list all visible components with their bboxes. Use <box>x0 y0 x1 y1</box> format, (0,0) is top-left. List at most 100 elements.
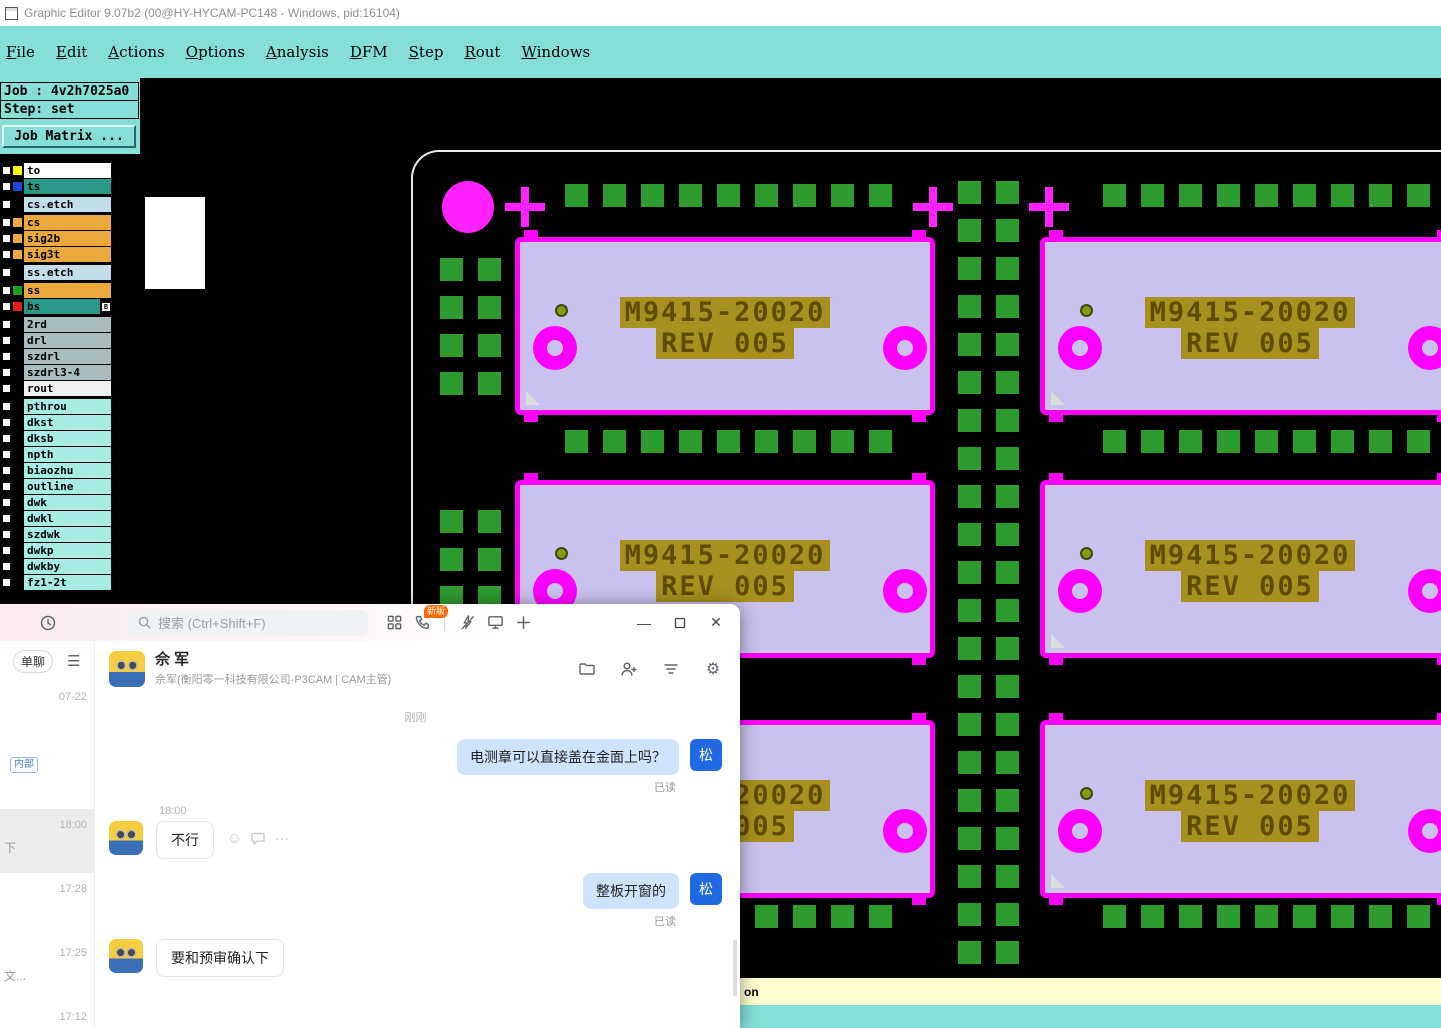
conversation-item[interactable]: 18:00 下 <box>0 809 94 873</box>
pcb-pad[interactable] <box>1255 905 1278 928</box>
pcb-pad[interactable] <box>996 447 1019 470</box>
pcb-pad[interactable] <box>958 333 981 356</box>
contact-avatar[interactable] <box>109 939 143 973</box>
history-icon[interactable] <box>34 609 62 637</box>
pcb-pad[interactable] <box>996 751 1019 774</box>
maximize-button[interactable] <box>662 609 698 637</box>
pcb-pad[interactable] <box>679 184 702 207</box>
pcb-pad[interactable] <box>565 430 588 453</box>
conversation-item[interactable]: 17:25 文... <box>0 937 94 1001</box>
layer-checkbox[interactable] <box>2 268 11 277</box>
pcb-pad[interactable] <box>958 713 981 736</box>
pcb-pad[interactable] <box>793 905 816 928</box>
pcb-pad[interactable] <box>1407 184 1430 207</box>
pcb-pad[interactable] <box>440 296 463 319</box>
pcb-pad[interactable] <box>958 751 981 774</box>
layer-row-szdrl3-4[interactable]: szdrl3-4 <box>1 365 111 380</box>
pcb-pad[interactable] <box>958 523 981 546</box>
emoji-react-icon[interactable]: ☺ <box>227 831 242 846</box>
pcb-pad[interactable] <box>958 371 981 394</box>
pcb-pad[interactable] <box>793 430 816 453</box>
pcb-pad[interactable] <box>958 447 981 470</box>
contact-avatar[interactable] <box>109 651 145 687</box>
layer-color-swatch[interactable] <box>13 218 22 227</box>
layer-color-swatch[interactable] <box>13 320 22 329</box>
layer-checkbox[interactable] <box>2 166 11 175</box>
registration-cross[interactable] <box>505 187 545 227</box>
pcb-pad[interactable] <box>1255 430 1278 453</box>
pcb-pad[interactable] <box>831 184 854 207</box>
pcb-pad[interactable] <box>478 258 501 281</box>
fiducial-circle[interactable] <box>442 181 494 233</box>
pcb-panel-4[interactable]: M9415-20020 REV 005 <box>1040 473 1441 665</box>
layer-color-swatch[interactable] <box>13 368 22 377</box>
pcb-pad[interactable] <box>1369 430 1392 453</box>
pcb-pad[interactable] <box>1141 184 1164 207</box>
layer-color-swatch[interactable] <box>13 498 22 507</box>
list-menu-icon[interactable]: ☰ <box>67 652 80 670</box>
pcb-pad[interactable] <box>996 523 1019 546</box>
layer-checkbox[interactable] <box>2 384 11 393</box>
pcb-pad[interactable] <box>755 184 778 207</box>
layer-color-swatch[interactable] <box>13 182 22 191</box>
layer-color-swatch[interactable] <box>13 250 22 259</box>
layer-row-fz1-2t[interactable]: fz1-2t <box>1 575 111 590</box>
contact-avatar[interactable] <box>109 821 143 855</box>
pcb-pad[interactable] <box>1407 430 1430 453</box>
layer-checkbox[interactable] <box>2 402 11 411</box>
pcb-pad[interactable] <box>958 827 981 850</box>
pcb-pad[interactable] <box>996 637 1019 660</box>
layer-checkbox[interactable] <box>2 218 11 227</box>
pcb-panel-6[interactable]: M9415-20020 REV 005 <box>1040 713 1441 905</box>
folder-icon[interactable] <box>576 658 598 680</box>
layer-checkbox[interactable] <box>2 320 11 329</box>
layer-color-swatch[interactable] <box>13 530 22 539</box>
pcb-pad[interactable] <box>1293 905 1316 928</box>
pcb-pad[interactable] <box>1293 184 1316 207</box>
more-actions-icon[interactable]: ··· <box>274 831 289 846</box>
pcb-panel-2[interactable]: M9415-20020 REV 005 <box>1040 230 1441 422</box>
message-bubble-out[interactable]: 电测章可以直接盖在金面上吗？ <box>457 739 679 775</box>
pcb-pad[interactable] <box>1217 184 1240 207</box>
layer-checkbox[interactable] <box>2 466 11 475</box>
pcb-pad[interactable] <box>958 865 981 888</box>
layer-color-swatch[interactable] <box>13 562 22 571</box>
layer-color-swatch[interactable] <box>13 200 22 209</box>
pcb-pad[interactable] <box>1141 430 1164 453</box>
flash-icon[interactable] <box>453 609 481 637</box>
layer-checkbox[interactable] <box>2 200 11 209</box>
pcb-pad[interactable] <box>958 295 981 318</box>
pcb-pad[interactable] <box>996 713 1019 736</box>
layer-row-pthrou[interactable]: pthrou <box>1 399 111 414</box>
menu-options[interactable]: Options <box>186 43 245 61</box>
layer-checkbox[interactable] <box>2 352 11 361</box>
pcb-pad[interactable] <box>831 430 854 453</box>
layer-row-biaozhu[interactable]: biaozhu <box>1 463 111 478</box>
pcb-pad[interactable] <box>1103 905 1126 928</box>
menu-windows[interactable]: Windows <box>521 43 590 61</box>
own-avatar[interactable]: 松 <box>690 739 722 771</box>
layer-checkbox[interactable] <box>2 562 11 571</box>
pcb-pad[interactable] <box>478 334 501 357</box>
layer-row-to[interactable]: to <box>1 163 111 178</box>
registration-cross[interactable] <box>913 187 953 227</box>
pcb-pad[interactable] <box>440 334 463 357</box>
pcb-pad[interactable] <box>1369 905 1392 928</box>
pcb-pad[interactable] <box>440 510 463 533</box>
layer-row-sig3t[interactable]: sig3t <box>1 247 111 262</box>
layer-row-dkst[interactable]: dkst <box>1 415 111 430</box>
pcb-pad[interactable] <box>869 430 892 453</box>
layer-color-swatch[interactable] <box>13 336 22 345</box>
layer-checkbox[interactable] <box>2 418 11 427</box>
layer-row-rout[interactable]: rout <box>1 381 111 396</box>
layer-checkbox[interactable] <box>2 482 11 491</box>
pcb-pad[interactable] <box>793 184 816 207</box>
layer-row-outline[interactable]: outline <box>1 479 111 494</box>
pcb-pad[interactable] <box>996 675 1019 698</box>
pcb-pad[interactable] <box>1179 184 1202 207</box>
pcb-pad[interactable] <box>869 184 892 207</box>
pcb-pad[interactable] <box>440 548 463 571</box>
pcb-pad[interactable] <box>1217 430 1240 453</box>
conversation-item[interactable]: 17:28 <box>0 873 94 937</box>
conversation-item[interactable]: 内部 <box>0 745 94 809</box>
